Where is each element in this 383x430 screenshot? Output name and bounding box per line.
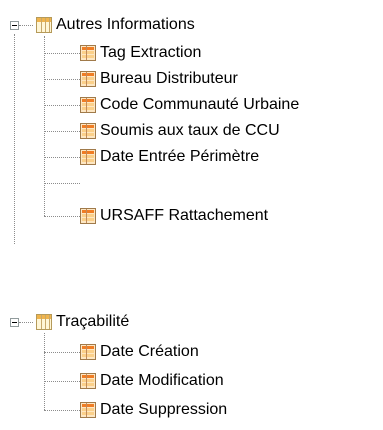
field-icon bbox=[80, 97, 96, 113]
tree-item[interactable]: Code Communauté Urbaine bbox=[80, 92, 299, 118]
tree-item[interactable]: Date Modification bbox=[80, 368, 224, 394]
tree-connector bbox=[44, 216, 80, 217]
tree-group-label: Traçabilité bbox=[56, 313, 130, 330]
tree-item[interactable]: Date Suppression bbox=[80, 397, 227, 423]
tree-item-label: Date Suppression bbox=[100, 401, 228, 418]
tree-item[interactable]: Date Création bbox=[80, 339, 199, 365]
tree-connector bbox=[44, 410, 80, 411]
tree-connector bbox=[44, 79, 80, 80]
tree-connector bbox=[14, 34, 15, 244]
tree-item[interactable]: Bureau Distributeur bbox=[80, 66, 238, 92]
tree-connector bbox=[44, 36, 45, 216]
table-icon bbox=[36, 314, 52, 330]
tree-group-label: Autres Informations bbox=[56, 16, 195, 33]
tree-item-label: Bureau Distributeur bbox=[100, 70, 238, 87]
field-icon bbox=[80, 71, 96, 87]
tree-item-label: Date Création bbox=[100, 343, 199, 360]
tree-connector bbox=[44, 105, 80, 106]
field-icon bbox=[80, 402, 96, 418]
tree-connector bbox=[44, 333, 45, 410]
field-icon bbox=[80, 149, 96, 165]
tree-group-tracabilite[interactable]: Traçabilité bbox=[36, 309, 129, 335]
tree-connector bbox=[19, 25, 33, 26]
tree-connector bbox=[44, 183, 80, 184]
tree-connector bbox=[44, 157, 80, 158]
collapse-toggle[interactable] bbox=[10, 21, 19, 30]
field-icon bbox=[80, 344, 96, 360]
tree-connector bbox=[44, 131, 80, 132]
tree-connector bbox=[44, 352, 80, 353]
tree-connector bbox=[44, 381, 80, 382]
field-icon bbox=[80, 45, 96, 61]
tree-item-label: Code Communauté Urbaine bbox=[100, 96, 300, 113]
collapse-toggle[interactable] bbox=[10, 318, 19, 327]
tree-connector bbox=[44, 53, 80, 54]
tree-item[interactable]: Soumis aux taux de CCU bbox=[80, 118, 280, 144]
field-icon bbox=[80, 373, 96, 389]
tree-item[interactable]: Date Entrée Périmètre bbox=[80, 144, 259, 170]
tree-item-label: Date Modification bbox=[100, 372, 224, 389]
tree-item-label: Soumis aux taux de CCU bbox=[100, 122, 280, 139]
tree-item[interactable]: URSAFF Rattachement bbox=[80, 203, 268, 229]
tree-item-label: Date Entrée Périmètre bbox=[100, 148, 260, 165]
tree-item-label: Tag Extraction bbox=[100, 44, 202, 61]
tree-connector bbox=[19, 322, 33, 323]
field-icon bbox=[80, 208, 96, 224]
field-icon bbox=[80, 123, 96, 139]
table-icon bbox=[36, 17, 52, 33]
tree-item-label: URSAFF Rattachement bbox=[100, 207, 269, 224]
tree-group-autres-informations[interactable]: Autres Informations bbox=[36, 12, 195, 38]
tree-item[interactable]: Tag Extraction bbox=[80, 40, 201, 66]
